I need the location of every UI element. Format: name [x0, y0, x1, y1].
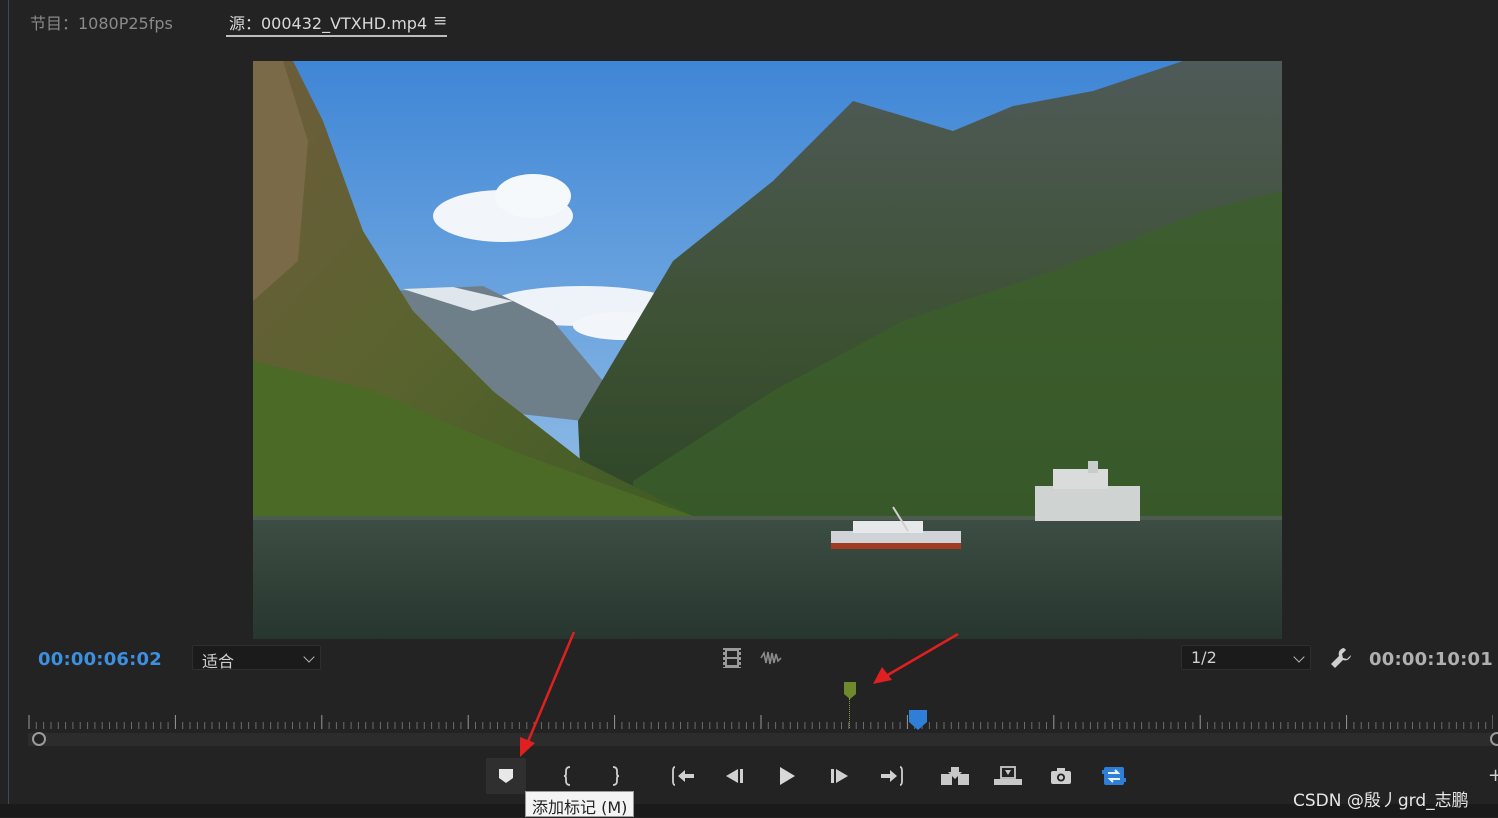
active-tab-indicator [226, 35, 447, 37]
panel-bottom-strip [0, 804, 1498, 817]
chevron-down-icon [303, 651, 315, 663]
marker-icon [499, 769, 513, 783]
mark-in-button[interactable] [548, 758, 588, 794]
tab-source[interactable]: 源：000432_VTXHD.mp4 [229, 10, 427, 34]
camera-icon [1051, 768, 1071, 784]
playback-resolution-select[interactable]: 1/2 [1181, 645, 1311, 670]
mark-out-icon [612, 766, 620, 786]
zoom-level-value: 适合 [202, 652, 235, 671]
hamburger-menu-icon[interactable]: ≡ [433, 11, 447, 31]
mark-in-icon [563, 766, 571, 786]
wrench-settings-icon[interactable] [1329, 646, 1353, 674]
step-forward-button[interactable] [820, 758, 860, 794]
current-timecode[interactable]: 00:00:06:02 [38, 649, 162, 670]
playback-resolution-value: 1/2 [1191, 648, 1217, 667]
drag-video-only-icon[interactable] [722, 647, 742, 673]
duration-timecode: 00:00:10:01 [1369, 649, 1493, 670]
playhead[interactable] [909, 710, 927, 734]
step-forward-icon [831, 769, 848, 783]
export-frame-button[interactable] [1041, 758, 1081, 794]
insert-icon [941, 767, 969, 785]
drag-audio-only-icon[interactable] [760, 650, 782, 670]
time-ruler[interactable] [28, 713, 1493, 729]
play-icon [780, 767, 795, 785]
button-editor-icon [1102, 767, 1126, 785]
watermark-text: CSDN @殷丿grd_志鹏 [1293, 791, 1469, 811]
overwrite-button[interactable] [988, 758, 1028, 794]
zoom-level-select[interactable]: 适合 [192, 645, 321, 671]
add-marker-button[interactable] [486, 758, 526, 794]
green-marker[interactable] [844, 682, 856, 703]
overwrite-icon [994, 766, 1022, 785]
go-to-out-icon [881, 766, 903, 786]
video-preview [253, 61, 1282, 639]
go-to-in-button[interactable] [664, 758, 704, 794]
mark-out-button[interactable] [595, 758, 635, 794]
go-to-out-button[interactable] [871, 758, 911, 794]
scrub-bar[interactable] [28, 733, 1493, 746]
insert-button[interactable] [935, 758, 975, 794]
add-marker-tooltip: 添加标记 (M) [525, 791, 635, 817]
go-to-in-icon [672, 766, 694, 786]
button-editor-button[interactable] [1094, 758, 1134, 794]
zoom-handle-right[interactable] [1490, 732, 1498, 746]
add-button-icon[interactable]: + [1488, 765, 1498, 786]
step-back-button[interactable] [714, 758, 754, 794]
tab-program[interactable]: 节目：1080P25fps [30, 10, 173, 34]
step-back-icon [726, 769, 743, 783]
play-button[interactable] [767, 758, 807, 794]
zoom-handle-left[interactable] [32, 732, 46, 746]
chevron-down-icon [1293, 651, 1305, 663]
marker-guide-line [849, 698, 850, 728]
